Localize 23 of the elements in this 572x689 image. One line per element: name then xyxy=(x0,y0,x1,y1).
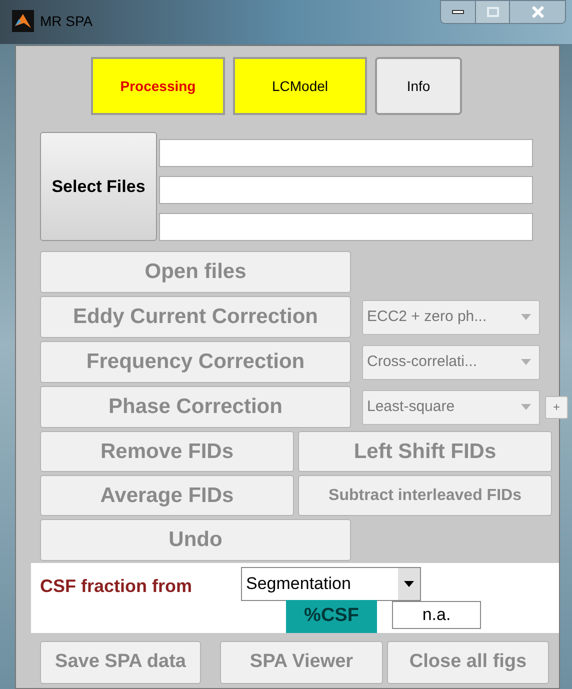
caret-icon xyxy=(521,359,531,365)
csf-value-field: n.a. xyxy=(392,601,481,629)
close-icon xyxy=(530,6,544,18)
minimize-button[interactable] xyxy=(441,1,475,23)
tab[interactable]: LCModel xyxy=(233,57,367,115)
file-path-field[interactable] xyxy=(159,139,533,167)
csf-source-dropdown[interactable]: Segmentation xyxy=(241,567,421,601)
file-path-field[interactable] xyxy=(159,213,533,241)
caret-icon xyxy=(521,314,531,320)
minimize-icon xyxy=(452,10,464,14)
caret-icon xyxy=(404,581,414,587)
add-button[interactable]: + xyxy=(545,396,568,418)
file-path-field[interactable] xyxy=(159,176,533,204)
close-button[interactable] xyxy=(509,1,565,23)
select-files-button[interactable]: Select Files xyxy=(40,132,157,241)
maximize-icon xyxy=(486,7,498,17)
csf-label: CSF fraction from xyxy=(40,575,192,598)
window-title: MR SPA xyxy=(40,12,93,31)
app-logo-icon xyxy=(12,10,34,32)
csf-percent-label: %CSF xyxy=(286,600,377,633)
tab[interactable]: Processing xyxy=(91,57,225,115)
caret-icon xyxy=(521,404,531,410)
tab[interactable]: Info xyxy=(375,57,462,115)
